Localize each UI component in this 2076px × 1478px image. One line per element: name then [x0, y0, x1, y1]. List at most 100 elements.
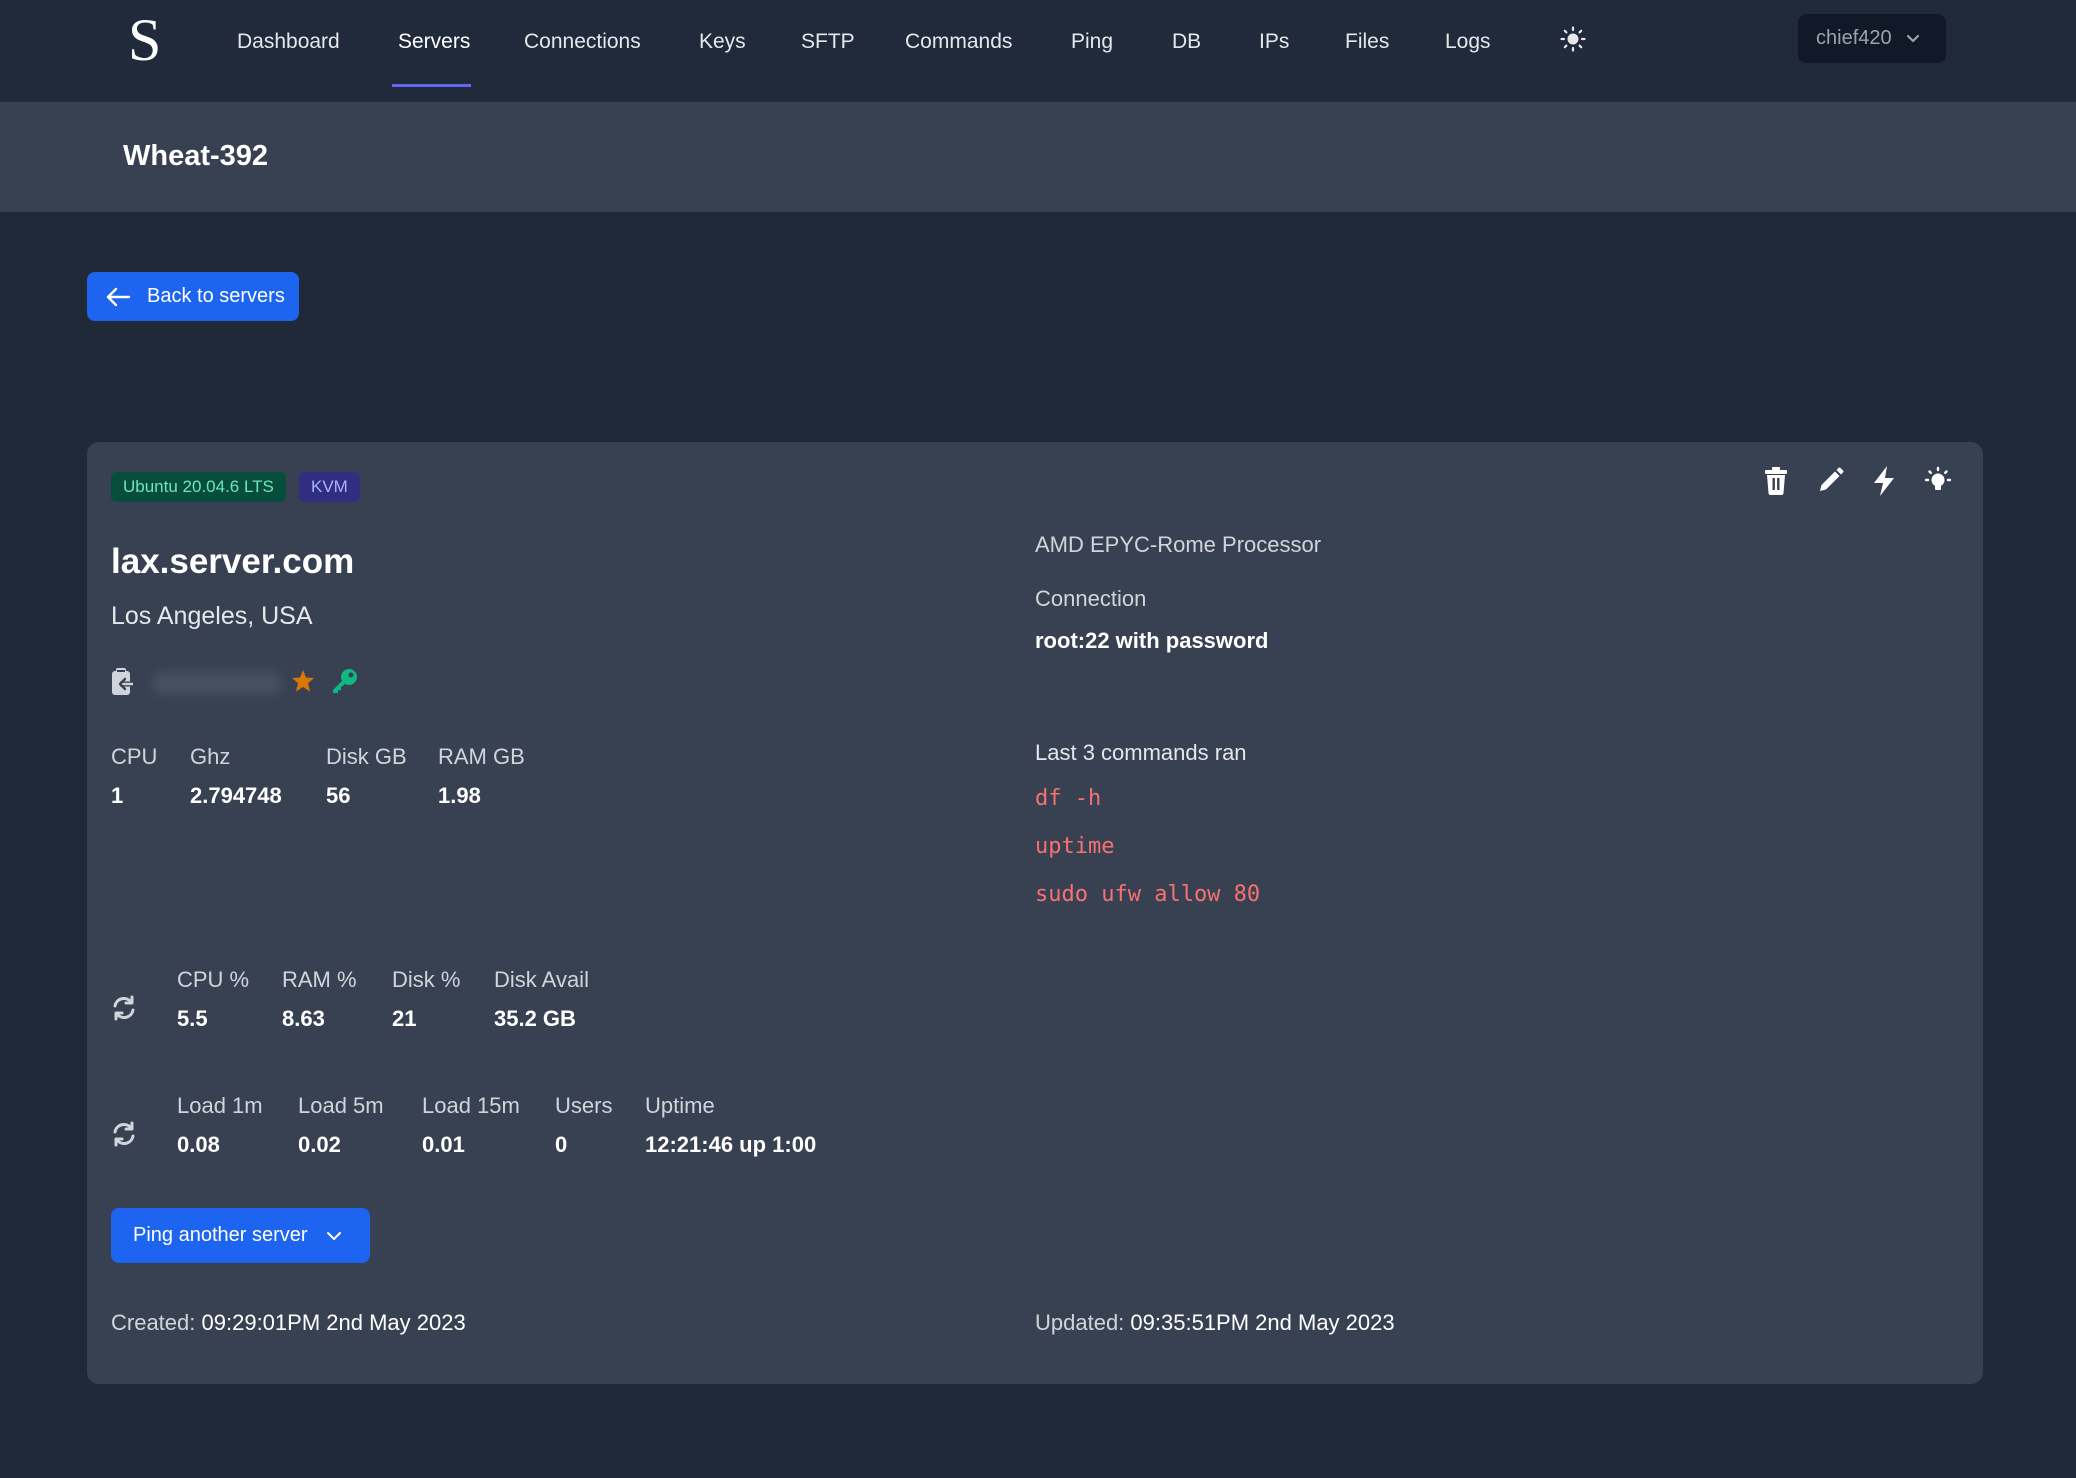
usage-ram: RAM % 8.63 [282, 967, 357, 1032]
stat-value: 2.794748 [190, 783, 282, 808]
stat-value: 12:21:46 up 1:00 [645, 1132, 817, 1157]
nav-item-keys[interactable]: Keys [699, 28, 746, 56]
usage-disk: Disk % 21 [392, 967, 460, 1032]
ssh-key-button[interactable] [331, 668, 359, 699]
user-menu-dropdown[interactable]: chief420 [1798, 14, 1946, 63]
refresh-icon [113, 1121, 135, 1147]
stat-label: RAM % [282, 967, 357, 992]
delete-server-button[interactable] [1761, 466, 1791, 496]
nav-item-servers[interactable]: Servers [398, 28, 470, 56]
usage-disk-avail: Disk Avail 35.2 GB [494, 967, 589, 1032]
ping-button-label: Ping another server [133, 1224, 308, 1246]
server-location: Los Angeles, USA [111, 602, 313, 630]
stat-value: 8.63 [282, 1006, 325, 1031]
page-header: Wheat-392 [0, 102, 2076, 212]
load-15m: Load 15m 0.01 [422, 1093, 520, 1158]
server-card: Ubuntu 20.04.6 LTS KVM lax.server.com Lo… [87, 442, 1983, 1384]
stat-value: 0.01 [422, 1132, 465, 1157]
theme-toggle-button[interactable] [1560, 26, 1586, 52]
load-1m: Load 1m 0.08 [177, 1093, 263, 1158]
processor-name: AMD EPYC-Rome Processor [1035, 532, 1322, 557]
stat-value: 1 [111, 783, 124, 808]
stat-value: 56 [326, 783, 351, 808]
os-badge: Ubuntu 20.04.6 LTS [111, 472, 286, 502]
ip-row [111, 668, 359, 698]
refresh-icon [113, 995, 135, 1021]
stat-label: CPU [111, 744, 158, 769]
nav-item-files[interactable]: Files [1345, 28, 1389, 56]
top-navbar: S Dashboard Servers Connections Keys SFT… [0, 0, 2076, 102]
nav-item-sftp[interactable]: SFTP [801, 28, 855, 56]
server-hostname: lax.server.com [111, 542, 355, 581]
nav-item-logs[interactable]: Logs [1445, 28, 1491, 56]
nav-item-ping[interactable]: Ping [1071, 28, 1113, 56]
page-title: Wheat-392 [123, 140, 269, 172]
active-tab-indicator [392, 84, 471, 87]
card-actions [1761, 466, 1953, 496]
stat-label: Load 15m [422, 1093, 520, 1118]
created-value: 09:29:01PM 2nd May 2023 [201, 1310, 466, 1335]
back-button-label: Back to servers [147, 285, 285, 307]
stat-label: Load 1m [177, 1093, 263, 1118]
quick-action-button[interactable] [1869, 466, 1899, 496]
stat-value: 0 [555, 1132, 568, 1157]
lightbulb-icon [1924, 466, 1952, 490]
spec-ram-gb: RAM GB 1.98 [438, 744, 525, 809]
nav-item-ips[interactable]: IPs [1259, 28, 1289, 56]
sun-icon [1560, 26, 1586, 52]
nav-item-connections[interactable]: Connections [524, 28, 641, 56]
stat-value: 0.02 [298, 1132, 341, 1157]
stat-label: Disk Avail [494, 967, 589, 992]
last-commands-title: Last 3 commands ran [1035, 740, 1247, 765]
stat-label: CPU % [177, 967, 250, 992]
stat-value: 35.2 GB [494, 1006, 576, 1031]
connection-value: root:22 with password [1035, 628, 1269, 653]
copy-ip-button[interactable] [111, 668, 139, 698]
spec-ghz: Ghz 2.794748 [190, 744, 282, 809]
created-label: Created: [111, 1310, 196, 1335]
stat-label: Users [555, 1093, 613, 1118]
ip-address-blurred [153, 672, 281, 694]
virtualization-badge: KVM [299, 472, 360, 502]
command-item: sudo ufw allow 80 [1035, 882, 1261, 907]
key-icon [333, 668, 357, 693]
stat-value: 21 [392, 1006, 417, 1031]
clipboard-copy-icon [112, 668, 134, 695]
trash-icon [1765, 467, 1787, 495]
refresh-load-button[interactable] [111, 1121, 137, 1147]
stat-label: Disk GB [326, 744, 407, 769]
back-to-servers-button[interactable]: Back to servers [87, 272, 299, 321]
ping-another-server-dropdown[interactable]: Ping another server [111, 1208, 370, 1263]
arrow-left-icon [106, 287, 131, 306]
nav-item-commands[interactable]: Commands [905, 28, 1012, 56]
chevron-down-icon [326, 1231, 341, 1240]
app-logo[interactable]: S [128, 10, 161, 70]
stat-value: 5.5 [177, 1006, 208, 1031]
connection-label: Connection [1035, 586, 1147, 611]
suggestions-button[interactable] [1923, 466, 1953, 496]
stat-label: Ghz [190, 744, 231, 769]
stat-label: RAM GB [438, 744, 525, 769]
created-timestamp: Created: 09:29:01PM 2nd May 2023 [111, 1310, 466, 1336]
load-5m: Load 5m 0.02 [298, 1093, 384, 1158]
stat-value: 1.98 [438, 783, 481, 808]
stat-label: Load 5m [298, 1093, 384, 1118]
bolt-icon [1874, 466, 1894, 496]
star-icon [292, 669, 314, 691]
stat-label: Uptime [645, 1093, 715, 1118]
updated-label: Updated: [1035, 1310, 1125, 1335]
favorite-button[interactable] [291, 669, 315, 698]
usage-cpu: CPU % 5.5 [177, 967, 249, 1032]
command-item: uptime [1035, 834, 1115, 859]
users-count: Users 0 [555, 1093, 612, 1158]
updated-value: 09:35:51PM 2nd May 2023 [1130, 1310, 1395, 1335]
nav-item-dashboard[interactable]: Dashboard [237, 28, 340, 56]
stat-value: 0.08 [177, 1132, 220, 1157]
uptime: Uptime 12:21:46 up 1:00 [645, 1093, 816, 1158]
refresh-usage-button[interactable] [111, 995, 137, 1021]
spec-disk-gb: Disk GB 56 [326, 744, 407, 809]
nav-item-db[interactable]: DB [1172, 28, 1201, 56]
stat-label: Disk % [392, 967, 461, 992]
edit-server-button[interactable] [1815, 466, 1845, 496]
command-item: df -h [1035, 786, 1102, 811]
